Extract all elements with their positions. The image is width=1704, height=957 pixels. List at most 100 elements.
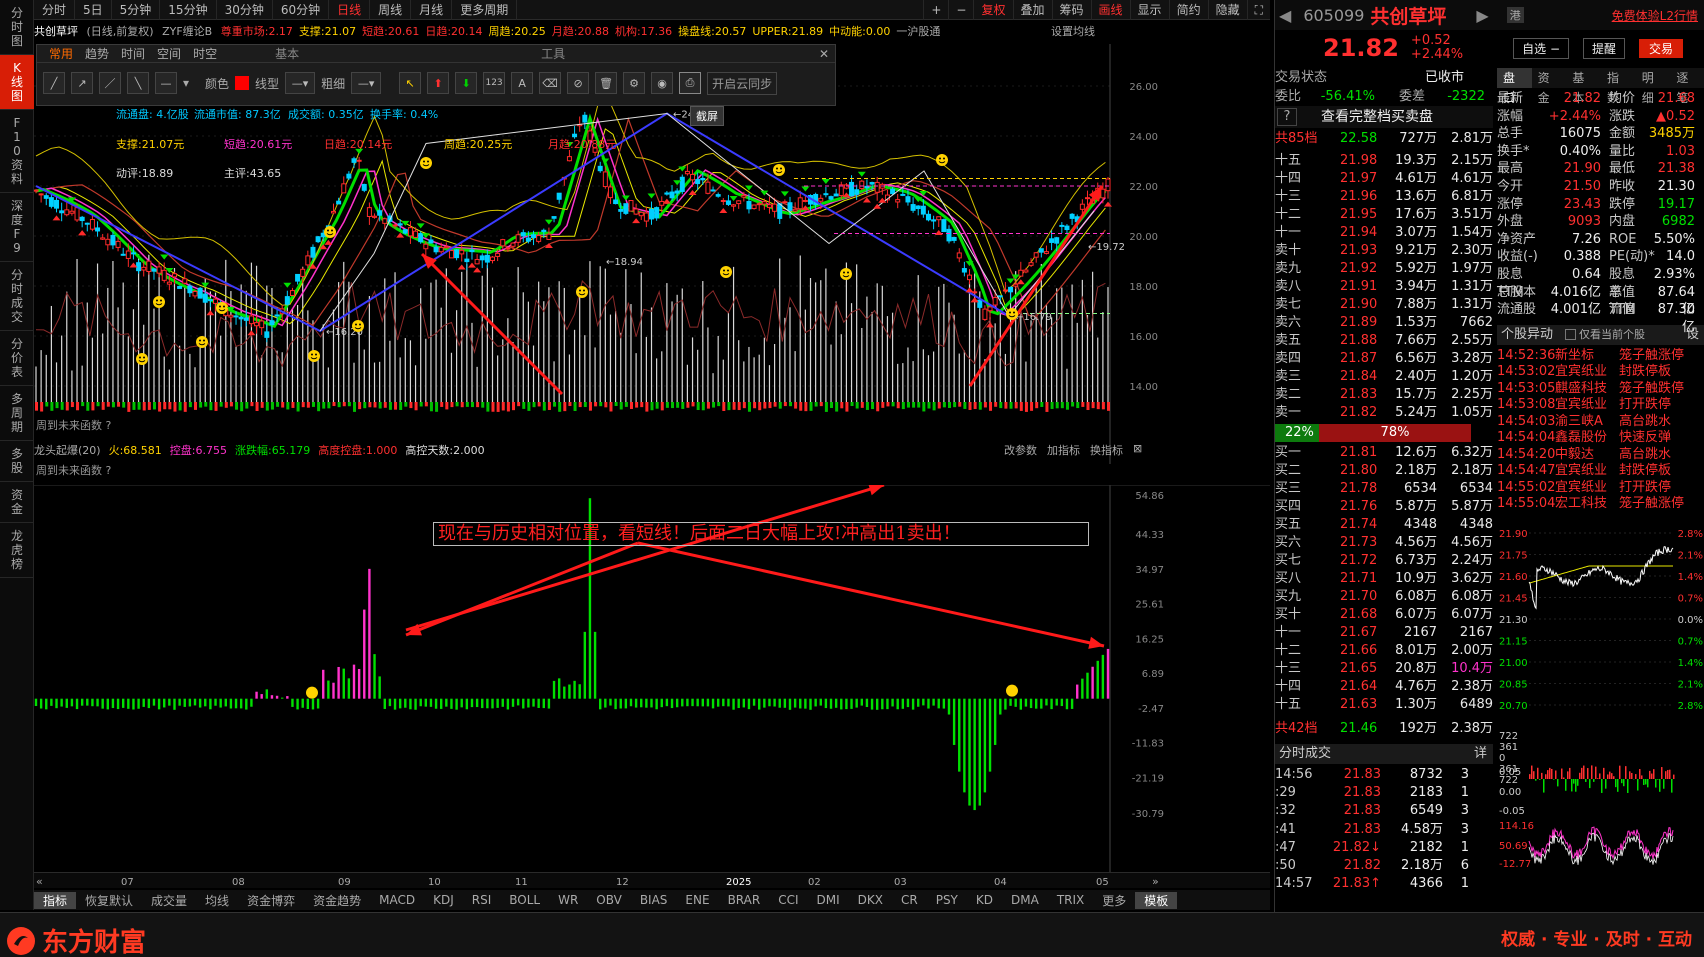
candle[interactable] (833, 188, 839, 197)
tool-tab-4[interactable]: 时空 (187, 45, 223, 62)
candle[interactable] (684, 164, 690, 176)
l2-promo-link[interactable]: 免费体验L2行情 (1612, 7, 1698, 24)
candle[interactable] (915, 205, 921, 216)
candle[interactable] (1059, 222, 1065, 234)
date-axis[interactable]: 07 08 09 10 11 12 2025 02 03 04 05 « » (34, 872, 1270, 888)
help-icon[interactable]: ? (1277, 108, 1297, 126)
toolbar-btn-2[interactable]: 复权 (973, 0, 1012, 20)
indicator-tab-17[interactable]: DKX (849, 893, 892, 907)
clear-icon[interactable]: ⊘ (567, 72, 590, 94)
parallel-line-icon[interactable]: ╲ (127, 72, 149, 94)
candle[interactable] (690, 169, 696, 187)
candle[interactable] (515, 230, 521, 247)
candle[interactable] (859, 179, 865, 191)
left-nav-2[interactable]: F10资料 (0, 110, 34, 193)
indicator-tab-19[interactable]: PSY (927, 893, 967, 907)
cursor-icon[interactable]: ↖ (399, 72, 422, 94)
indicator-tab-1[interactable]: 恢复默认 (76, 892, 142, 909)
toolbar-btn-6[interactable]: 显示 (1129, 0, 1169, 20)
quote-tab-3[interactable]: 指数 (1601, 68, 1636, 105)
alert-row[interactable]: 14:55:02 宜宾纸业 打开跌停 (1497, 480, 1704, 497)
candle[interactable] (187, 283, 193, 297)
candle[interactable] (638, 211, 644, 221)
alert-row[interactable]: 14:53:08 宜宾纸业 打开跌停 (1497, 397, 1704, 414)
period-tab-4[interactable]: 30分钟 (217, 0, 273, 20)
candle[interactable] (197, 286, 203, 299)
candle[interactable] (356, 156, 362, 170)
eraser-icon[interactable]: ⌫ (539, 72, 562, 94)
quote-tab-2[interactable]: 基本 (1566, 68, 1601, 105)
screenshot-icon[interactable]: ⎙ (679, 72, 702, 94)
candle[interactable] (120, 247, 126, 256)
indicator-action-0[interactable]: 改参数 (1004, 442, 1037, 458)
text-icon[interactable]: A (511, 72, 534, 94)
scroll-right-icon[interactable]: » (1152, 875, 1159, 888)
candle[interactable] (238, 316, 244, 327)
candle[interactable] (925, 210, 931, 222)
left-nav-8[interactable]: 资金 (0, 482, 34, 523)
toolbar-btn-7[interactable]: 简约 (1168, 0, 1208, 20)
alert-row[interactable]: 14:54:47 宜宾纸业 封跌停板 (1497, 463, 1704, 480)
candle[interactable] (731, 203, 737, 212)
indicator-name[interactable]: 龙头起爆(20) (34, 442, 101, 458)
toolbar-btn-5[interactable]: 画线 (1090, 0, 1130, 20)
settings-icon[interactable]: ⚙ (623, 72, 646, 94)
left-nav-1[interactable]: K线图 (0, 55, 34, 110)
candle[interactable] (972, 288, 978, 295)
trade-button[interactable]: 交易 (1639, 38, 1684, 58)
candle[interactable] (756, 201, 762, 211)
alert-row[interactable]: 14:54:04 鑫磊股份 快速反弹 (1497, 430, 1704, 447)
down-arrow-icon[interactable]: ⬇ (455, 72, 478, 94)
fullscreen-icon[interactable]: ⛶ (1246, 0, 1270, 20)
annotation-text-box[interactable]: 现在与历史相对位置，看短线！后面二日大幅上攻!冲高出1卖出！ (433, 522, 1089, 546)
indicator-tab-4[interactable]: 资金博弈 (238, 892, 304, 909)
full-book-link[interactable]: 查看完整档买卖盘 (1321, 106, 1433, 128)
candle[interactable] (946, 225, 952, 244)
candle[interactable] (1008, 286, 1014, 300)
delete-icon[interactable]: 🗑 (595, 72, 618, 94)
candle[interactable] (341, 176, 347, 194)
indicator-tab-20[interactable]: KD (967, 893, 1002, 907)
candle[interactable] (177, 285, 183, 289)
left-nav-5[interactable]: 分价表 (0, 331, 34, 386)
candle[interactable] (787, 196, 793, 219)
toolbar-btn-4[interactable]: 筹码 (1051, 0, 1091, 20)
left-nav-4[interactable]: 分时成交 (0, 262, 34, 331)
indicator-tab-5[interactable]: 资金趋势 (304, 892, 370, 909)
candle[interactable] (402, 228, 408, 235)
candle[interactable] (659, 196, 665, 213)
alerts-filter-label[interactable]: 仅看当前个股 (1579, 325, 1645, 345)
candle[interactable] (782, 199, 788, 204)
candle[interactable] (330, 203, 336, 214)
candle[interactable] (643, 206, 649, 228)
candle[interactable] (38, 193, 44, 203)
candle[interactable] (1084, 190, 1090, 205)
candle[interactable] (931, 215, 937, 230)
candle[interactable] (715, 192, 721, 198)
candle[interactable] (623, 203, 629, 215)
candle[interactable] (951, 236, 957, 244)
candle[interactable] (474, 254, 480, 265)
candle[interactable] (766, 196, 772, 214)
candle[interactable] (59, 202, 65, 222)
indicator-tab-12[interactable]: BIAS (631, 893, 677, 907)
candle[interactable] (654, 206, 660, 221)
ray-icon[interactable]: ↗ (71, 72, 93, 94)
candle[interactable] (977, 299, 983, 310)
indicator-tab-23[interactable]: 更多 (1093, 892, 1135, 909)
candle[interactable] (248, 308, 254, 328)
candle[interactable] (207, 299, 213, 308)
period-tab-7[interactable]: 周线 (370, 0, 412, 20)
toolbar-btn-3[interactable]: 叠加 (1012, 0, 1052, 20)
toolbar-btn-0[interactable]: + (923, 0, 948, 20)
candle[interactable] (1043, 245, 1049, 255)
candle[interactable] (628, 200, 634, 212)
prev-stock-icon[interactable]: ◀ (1279, 6, 1291, 25)
candle[interactable] (84, 222, 90, 232)
formula-name[interactable]: ZYF缠论B (162, 25, 212, 38)
candle[interactable] (95, 221, 101, 237)
candle[interactable] (351, 156, 357, 168)
candle[interactable] (407, 221, 413, 244)
candle[interactable] (884, 189, 890, 203)
candle[interactable] (136, 259, 142, 274)
